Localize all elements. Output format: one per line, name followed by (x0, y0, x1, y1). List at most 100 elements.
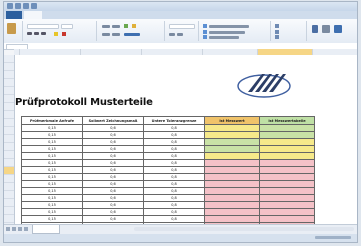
format-as-table-label[interactable] (209, 31, 245, 34)
row-header[interactable] (4, 87, 14, 95)
table-cell[interactable]: 0,6 (82, 173, 144, 181)
underline-icon[interactable] (41, 32, 46, 35)
table-cell[interactable]: 0,6 (82, 159, 144, 167)
currency-icon[interactable] (169, 33, 175, 36)
table-cell[interactable] (259, 173, 315, 181)
table-cell[interactable] (259, 180, 315, 188)
align-top-icon[interactable] (102, 25, 110, 28)
file-tab[interactable] (6, 11, 22, 19)
table-cell[interactable] (259, 194, 315, 202)
table-cell[interactable]: 0,15 (21, 131, 83, 139)
font-size-dropdown[interactable] (61, 24, 73, 29)
row-header[interactable] (4, 71, 14, 79)
autosum-icon[interactable] (312, 25, 318, 33)
table-cell[interactable] (259, 208, 315, 216)
number-format-dropdown[interactable] (169, 24, 195, 29)
table-cell[interactable] (204, 194, 260, 202)
row-header[interactable] (4, 183, 14, 191)
redo-icon[interactable] (31, 3, 37, 9)
table-cell[interactable]: 0,8 (143, 173, 205, 181)
row-header[interactable] (4, 103, 14, 111)
font-color-icon[interactable] (62, 32, 66, 36)
row-header[interactable] (4, 127, 14, 135)
sheet-tab-3[interactable] (86, 225, 110, 233)
table-cell[interactable]: 0,8 (143, 138, 205, 146)
row-header[interactable] (4, 199, 14, 207)
table-cell[interactable] (204, 201, 260, 209)
row-header[interactable] (4, 63, 14, 71)
next-sheet-icon[interactable] (18, 227, 22, 231)
conditional-formatting-icon[interactable] (203, 24, 207, 28)
table-cell[interactable]: 0,8 (143, 131, 205, 139)
table-cell[interactable] (204, 166, 260, 174)
table-cell[interactable]: 0,8 (143, 215, 205, 223)
row-header[interactable] (4, 55, 14, 63)
table-cell[interactable]: 0,8 (143, 166, 205, 174)
table-cell[interactable] (204, 180, 260, 188)
cell-styles-label[interactable] (209, 36, 239, 39)
table-cell[interactable]: 0,8 (143, 159, 205, 167)
row-header[interactable] (4, 79, 14, 87)
fill-color-icon[interactable] (54, 32, 58, 36)
sort-filter-icon[interactable] (322, 25, 330, 33)
merge-center-icon[interactable] (124, 33, 140, 36)
save-icon[interactable] (15, 3, 21, 9)
table-cell[interactable]: 0,6 (82, 180, 144, 188)
row-header[interactable] (4, 119, 14, 127)
table-cell[interactable]: 0,15 (21, 201, 83, 209)
table-cell[interactable]: 0,8 (143, 208, 205, 216)
table-cell[interactable]: 0,6 (82, 215, 144, 223)
table-cell[interactable] (204, 159, 260, 167)
table-cell[interactable] (259, 201, 315, 209)
table-cell[interactable]: 0,8 (143, 180, 205, 188)
table-cell[interactable] (204, 215, 260, 223)
find-select-icon[interactable] (334, 25, 342, 33)
font-name-dropdown[interactable] (27, 24, 59, 29)
table-cell[interactable] (204, 173, 260, 181)
table-cell[interactable]: 0,15 (21, 215, 83, 223)
row-header[interactable] (4, 215, 14, 223)
row-header[interactable] (4, 135, 14, 143)
row-header[interactable] (4, 159, 14, 167)
first-sheet-icon[interactable] (6, 227, 10, 231)
table-cell[interactable]: 0,6 (82, 194, 144, 202)
table-cell[interactable]: 0,15 (21, 208, 83, 216)
row-header[interactable] (4, 175, 14, 183)
table-cell[interactable]: 0,6 (82, 131, 144, 139)
table-cell[interactable]: 0,15 (21, 138, 83, 146)
sheet-tab-2[interactable] (60, 225, 84, 233)
percent-icon[interactable] (177, 33, 183, 36)
row-header[interactable] (4, 143, 14, 151)
table-cell[interactable]: 0,15 (21, 166, 83, 174)
bold-icon[interactable] (27, 32, 32, 35)
table-cell[interactable]: 0,8 (143, 201, 205, 209)
tab-data[interactable] (112, 11, 128, 19)
row-header[interactable] (4, 111, 14, 119)
align-middle-icon[interactable] (112, 25, 120, 28)
row-header[interactable] (4, 207, 14, 215)
undo-icon[interactable] (23, 3, 29, 9)
table-cell[interactable] (259, 215, 315, 223)
table-cell[interactable] (259, 166, 315, 174)
table-cell[interactable] (204, 138, 260, 146)
table-cell[interactable] (204, 124, 260, 132)
table-cell[interactable]: 0,15 (21, 194, 83, 202)
format-cells-icon[interactable] (275, 35, 279, 39)
table-cell[interactable]: 0,6 (82, 145, 144, 153)
align-left-icon[interactable] (102, 33, 110, 36)
align-center-icon[interactable] (112, 33, 120, 36)
conditional-formatting-label[interactable] (209, 25, 249, 28)
table-cell[interactable]: 0,15 (21, 145, 83, 153)
format-as-table-icon[interactable] (203, 30, 207, 34)
table-cell[interactable]: 0,6 (82, 187, 144, 195)
table-cell[interactable]: 0,8 (143, 194, 205, 202)
tab-review[interactable] (130, 11, 150, 19)
table-cell[interactable]: 0,15 (21, 159, 83, 167)
table-cell[interactable] (259, 187, 315, 195)
row-header[interactable] (4, 167, 14, 175)
table-cell[interactable] (259, 138, 315, 146)
sheet-tab-1[interactable] (32, 225, 60, 234)
table-cell[interactable] (204, 152, 260, 160)
table-cell[interactable]: 0,6 (82, 138, 144, 146)
table-cell[interactable]: 0,8 (143, 145, 205, 153)
